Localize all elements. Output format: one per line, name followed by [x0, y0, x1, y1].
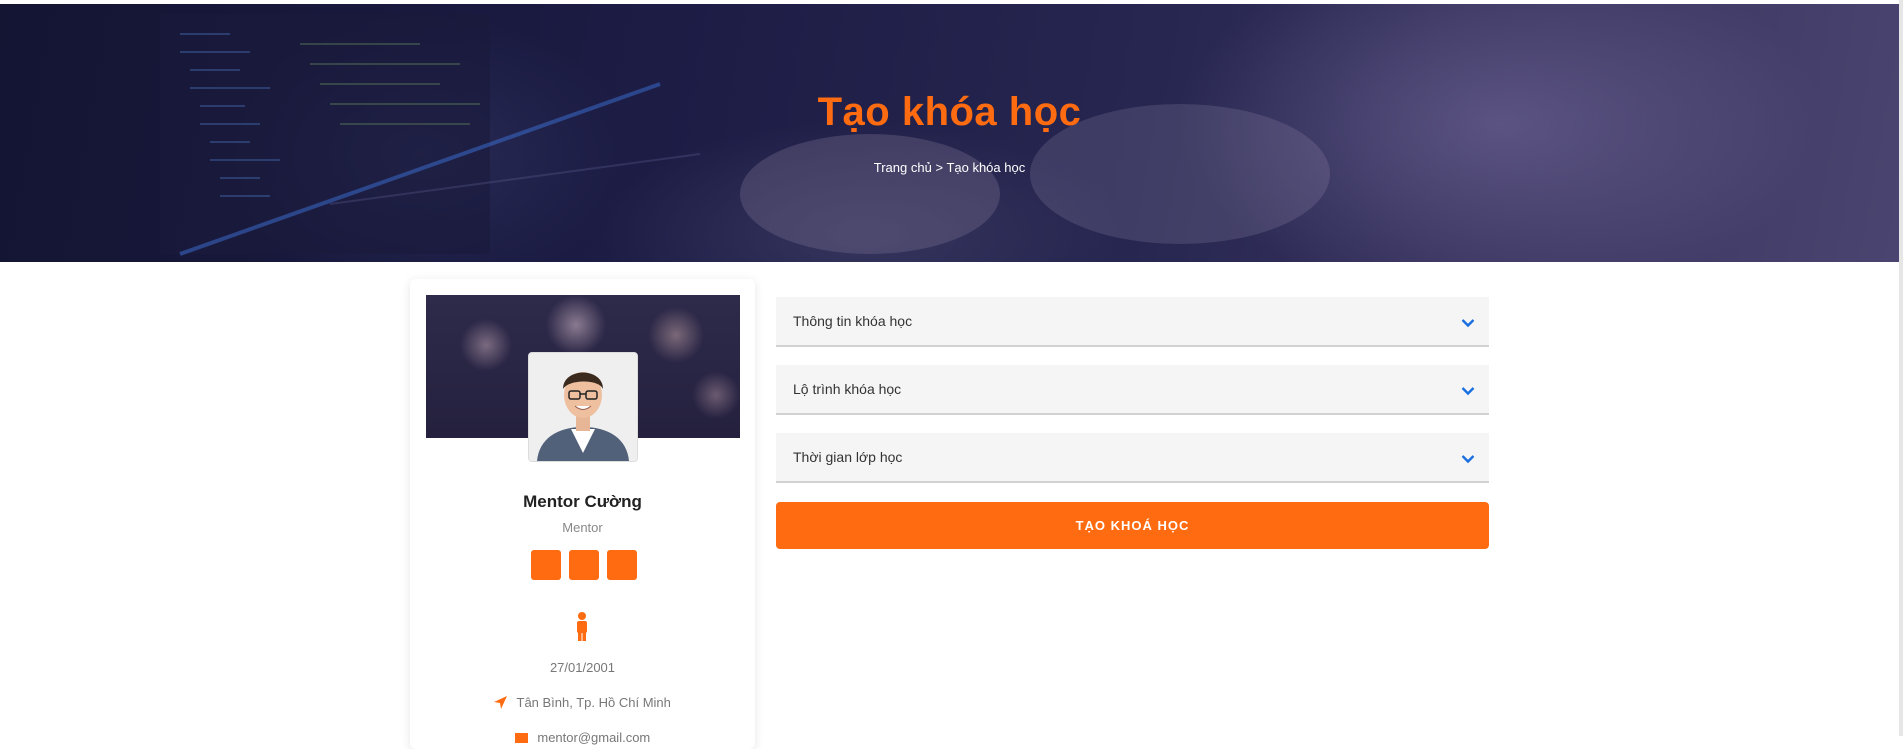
- breadcrumb-current: Tạo khóa học: [946, 160, 1026, 175]
- page-scrollbar[interactable]: [1899, 0, 1903, 736]
- mentor-email: mentor@gmail.com: [537, 730, 651, 745]
- social-button-1[interactable]: [531, 550, 561, 580]
- social-button-2[interactable]: [569, 550, 599, 580]
- breadcrumb-home-link[interactable]: Trang chủ: [874, 160, 932, 175]
- accordion-label: Thời gian lớp học: [793, 449, 903, 465]
- mentor-email-row: mentor@gmail.com: [410, 730, 755, 746]
- create-course-button[interactable]: TẠO KHOÁ HỌC: [776, 502, 1489, 549]
- chevron-down-icon: [1461, 383, 1475, 401]
- mentor-birthdate: 27/01/2001: [549, 660, 616, 675]
- avatar: [528, 352, 638, 462]
- chevron-down-icon: [1461, 451, 1475, 469]
- mentor-address-row: Tân Bình, Tp. Hồ Chí Minh: [410, 695, 755, 712]
- accordion-course-info[interactable]: Thông tin khóa học: [776, 297, 1489, 347]
- accordion-label: Thông tin khóa học: [793, 313, 913, 329]
- chevron-down-icon: [1461, 315, 1475, 333]
- page-hero-banner: Tạo khóa học Trang chủ > Tạo khóa học: [0, 4, 1899, 262]
- person-icon: [572, 612, 592, 647]
- accordion-course-roadmap[interactable]: Lộ trình khóa học: [776, 365, 1489, 415]
- breadcrumb-separator: >: [935, 160, 944, 175]
- page-title: Tạo khóa học: [817, 90, 1082, 134]
- mentor-profile-card: Mentor Cường Mentor 27/01/2001 Tân Bình,…: [410, 279, 755, 749]
- mentor-address: Tân Bình, Tp. Hồ Chí Minh: [516, 695, 671, 710]
- social-links: [531, 550, 637, 580]
- breadcrumb: Trang chủ > Tạo khóa học: [0, 160, 1899, 175]
- mentor-role: Mentor: [562, 520, 603, 535]
- location-arrow-icon: [494, 695, 508, 712]
- mentor-name: Mentor Cường: [523, 492, 642, 511]
- social-button-3[interactable]: [607, 550, 637, 580]
- accordion-class-schedule[interactable]: Thời gian lớp học: [776, 433, 1489, 483]
- envelope-icon: [514, 731, 528, 746]
- accordion-label: Lộ trình khóa học: [793, 381, 902, 397]
